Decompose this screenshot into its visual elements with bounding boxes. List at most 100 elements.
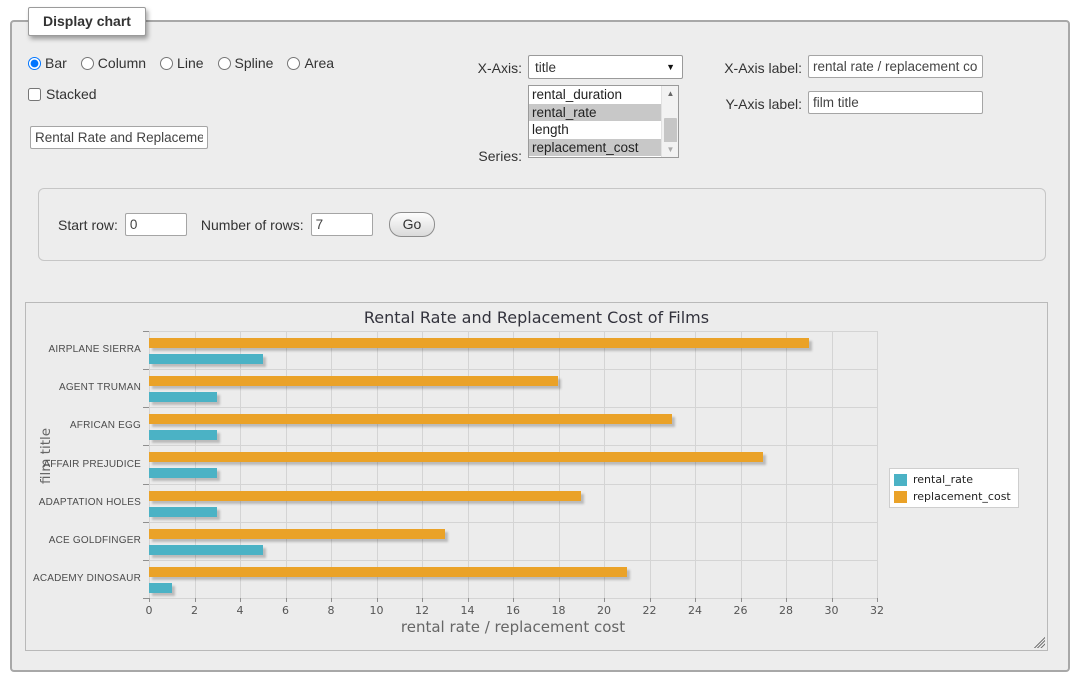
gridline-vertical xyxy=(877,331,878,598)
x-axis-select[interactable]: title ▼ xyxy=(528,55,683,79)
gridline-vertical xyxy=(695,331,696,598)
series-option-rental_duration[interactable]: rental_duration xyxy=(529,86,678,104)
go-button[interactable]: Go xyxy=(389,212,436,237)
gridline-horizontal xyxy=(149,369,877,370)
x-axis-tick-label: 28 xyxy=(779,604,793,617)
chart-type-radio-spline[interactable] xyxy=(218,57,231,70)
gridline-horizontal xyxy=(149,560,877,561)
category-label: ACE GOLDFINGER xyxy=(26,535,141,547)
gridline-vertical xyxy=(149,331,150,598)
chart-type-option-bar: Bar xyxy=(28,55,67,71)
gridline-vertical xyxy=(240,331,241,598)
x-axis-tick-label: 2 xyxy=(191,604,198,617)
x-axis-tick-label: 22 xyxy=(643,604,657,617)
scrollbar-thumb[interactable] xyxy=(664,118,677,144)
bar-replacement_cost xyxy=(149,529,445,539)
x-axis-tick xyxy=(559,598,560,602)
bar-rental_rate xyxy=(149,545,263,555)
number-of-rows-label: Number of rows: xyxy=(201,217,304,233)
x-axis-tick xyxy=(741,598,742,602)
x-axis-tick xyxy=(604,598,605,602)
plot-area xyxy=(149,331,877,598)
gridline-vertical xyxy=(422,331,423,598)
start-row-label: Start row: xyxy=(58,217,118,233)
category-label: AIRPLANE SIERRA xyxy=(26,344,141,356)
bar-replacement_cost xyxy=(149,567,627,577)
x-axis-tick-label: 10 xyxy=(370,604,384,617)
x-axis-select-label: X-Axis: xyxy=(442,60,522,76)
series-option-replacement_cost[interactable]: replacement_cost xyxy=(529,139,678,157)
start-row-input[interactable] xyxy=(125,213,187,236)
x-axis-tick-label: 18 xyxy=(552,604,566,617)
rows-panel: Start row: Number of rows: Go xyxy=(38,188,1046,261)
y-axis-tick xyxy=(143,484,149,485)
x-axis-tick-label: 14 xyxy=(461,604,475,617)
chart-type-label: Bar xyxy=(45,55,67,71)
series-option-rental_rate[interactable]: rental_rate xyxy=(529,104,678,122)
legend-row: replacement_cost xyxy=(894,490,1011,503)
legend-row: rental_rate xyxy=(894,473,1011,486)
display-chart-panel: BarColumnLineSplineArea Stacked X-Axis: … xyxy=(10,20,1070,672)
gridline-vertical xyxy=(286,331,287,598)
bar-replacement_cost xyxy=(149,491,581,501)
scroll-up-icon[interactable]: ▲ xyxy=(662,86,679,101)
legend-label: rental_rate xyxy=(913,473,973,486)
series-options: rental_durationrental_ratelengthreplacem… xyxy=(529,86,678,156)
x-axis-tick xyxy=(695,598,696,602)
resize-handle-icon[interactable] xyxy=(1034,637,1045,648)
chart-type-label: Area xyxy=(304,55,334,71)
chart-type-option-column: Column xyxy=(81,55,146,71)
x-axis-label-input[interactable] xyxy=(808,55,983,78)
chart-type-radio-bar[interactable] xyxy=(28,57,41,70)
x-axis-tick-label: 32 xyxy=(870,604,884,617)
bar-replacement_cost xyxy=(149,376,558,386)
y-axis-label-label: Y-Axis label: xyxy=(702,96,802,112)
chart-title-input[interactable] xyxy=(30,126,208,149)
y-axis-tick xyxy=(143,560,149,561)
gridline-vertical xyxy=(832,331,833,598)
bar-rental_rate xyxy=(149,507,217,517)
x-axis-tick xyxy=(377,598,378,602)
x-axis-tick xyxy=(149,598,150,602)
legend-swatch-replacement_cost xyxy=(894,491,907,503)
chart-legend: rental_rate replacement_cost xyxy=(889,468,1019,508)
x-axis-tick xyxy=(422,598,423,602)
panel-tab-display-chart: Display chart xyxy=(28,7,146,36)
y-axis-tick xyxy=(143,331,149,332)
gridline-vertical xyxy=(513,331,514,598)
chart-type-radio-line[interactable] xyxy=(160,57,173,70)
x-axis-tick-label: 30 xyxy=(825,604,839,617)
x-axis-tick-label: 6 xyxy=(282,604,289,617)
y-axis-tick xyxy=(143,407,149,408)
stacked-checkbox[interactable] xyxy=(28,88,41,101)
series-multiselect[interactable]: rental_durationrental_ratelengthreplacem… xyxy=(528,85,679,158)
gridline-horizontal xyxy=(149,522,877,523)
y-axis-label-input[interactable] xyxy=(808,91,983,114)
x-axis-tick-label: 26 xyxy=(734,604,748,617)
scroll-down-icon[interactable]: ▼ xyxy=(662,142,679,157)
x-axis-tick-label: 24 xyxy=(688,604,702,617)
chart-type-radio-column[interactable] xyxy=(81,57,94,70)
bar-rental_rate xyxy=(149,392,217,402)
x-axis-tick xyxy=(195,598,196,602)
gridline-vertical xyxy=(195,331,196,598)
gridline-vertical xyxy=(604,331,605,598)
y-axis-tick xyxy=(143,369,149,370)
chart-panel: Rental Rate and Replacement Cost of Film… xyxy=(25,302,1048,651)
x-axis-tick-label: 0 xyxy=(146,604,153,617)
stacked-row: Stacked xyxy=(28,86,97,102)
gridline-horizontal xyxy=(149,445,877,446)
legend-swatch-rental_rate xyxy=(894,474,907,486)
x-axis-tick xyxy=(240,598,241,602)
gridline-vertical xyxy=(650,331,651,598)
number-of-rows-input[interactable] xyxy=(311,213,373,236)
series-option-length[interactable]: length xyxy=(529,121,678,139)
x-axis-selected-value: title xyxy=(535,60,556,75)
chart-type-radio-area[interactable] xyxy=(287,57,300,70)
bar-rental_rate xyxy=(149,468,217,478)
chart-type-option-line: Line xyxy=(160,55,203,71)
category-label: AGENT TRUMAN xyxy=(26,382,141,394)
scrollbar[interactable]: ▲ ▼ xyxy=(661,86,678,157)
x-axis-tick xyxy=(468,598,469,602)
category-label: AFRICAN EGG xyxy=(26,420,141,432)
